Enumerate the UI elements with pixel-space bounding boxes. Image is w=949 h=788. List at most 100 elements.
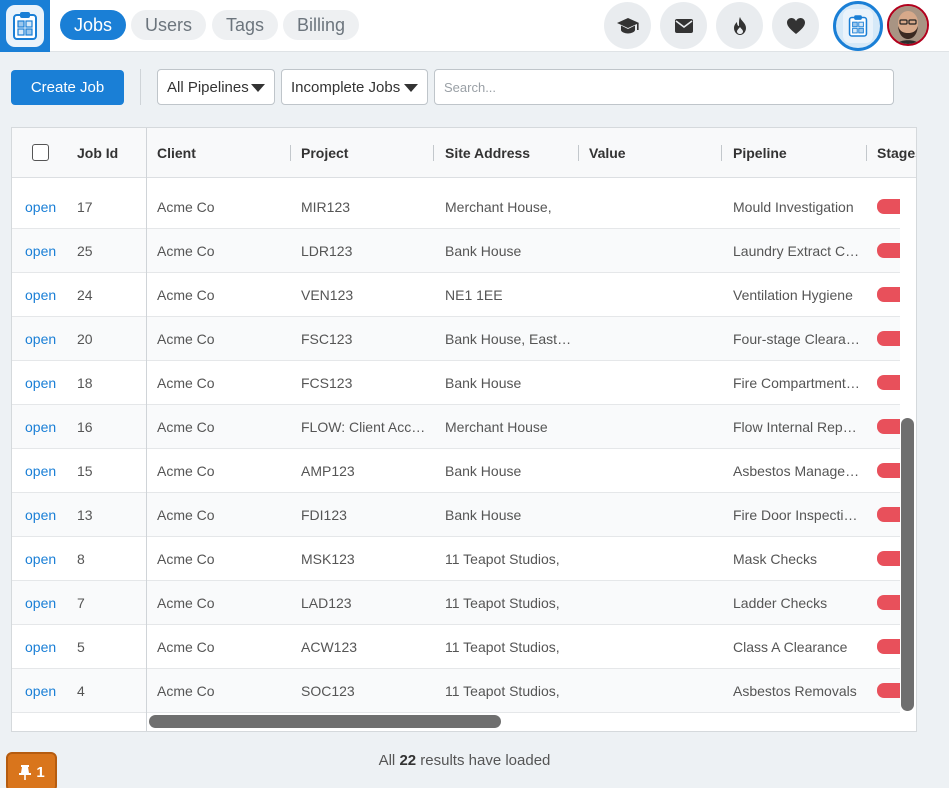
stage-progress-pill[interactable] [877,683,900,698]
results-suffix: results have loaded [420,752,551,769]
pipeline-cell: Laundry Extract Cle… [733,243,861,259]
stage-progress-pill[interactable] [877,507,900,522]
pipeline-cell: Asbestos Manage… [733,463,860,479]
value-cell [589,273,717,317]
stage-progress-pill[interactable] [877,331,900,346]
pipeline-cell: Flow Internal Reports [733,419,861,435]
project-cell: FCS123 [301,375,353,391]
job-id-cell: 4 [77,683,85,699]
open-job-link[interactable]: open [25,273,67,317]
column-header-project[interactable]: Project [301,128,348,178]
heart-icon [786,17,805,34]
project-cell: SOC123 [301,683,355,699]
horizontal-scrollbar[interactable] [149,715,501,728]
site-address-cell: Merchant House [445,419,548,435]
client-cell: Acme Co [157,507,215,523]
favourites-button[interactable] [772,2,819,49]
tab-tags[interactable]: Tags [212,10,279,40]
project-cell: ACW123 [301,639,358,655]
project-cell: FLOW: Client Acco… [301,419,429,435]
search-input[interactable] [434,69,894,105]
messages-button[interactable] [660,2,707,49]
results-prefix: All [378,752,396,769]
open-job-link[interactable]: open [25,625,67,669]
stage-progress-pill[interactable] [877,243,900,258]
value-cell [589,405,717,449]
open-job-link[interactable]: open [25,537,67,581]
column-header-pipeline[interactable]: Pipeline [733,128,787,178]
pipeline-cell: Fire Compartmenta… [733,375,861,391]
stage-progress-pill[interactable] [877,463,900,478]
pinned-items-button[interactable]: 1 [6,752,57,788]
training-button[interactable] [604,2,651,49]
client-cell: Acme Co [157,243,215,259]
job-id-cell: 17 [77,199,93,215]
results-status: All 22 results have loaded [0,752,929,769]
column-separator[interactable] [721,145,722,161]
workspace-switcher[interactable] [833,1,883,51]
job-id-cell: 7 [77,595,85,611]
tab-billing[interactable]: Billing [283,10,360,40]
column-separator[interactable] [866,145,867,161]
client-cell: Acme Co [157,199,215,215]
user-avatar[interactable] [887,4,929,46]
open-job-link[interactable]: open [25,317,67,361]
open-job-link[interactable]: open [25,669,67,713]
open-job-link[interactable]: open [25,449,67,493]
column-separator[interactable] [578,145,579,161]
column-separator[interactable] [290,145,291,161]
column-header-site-address[interactable]: Site Address [445,128,530,178]
toolbar-divider [140,69,141,105]
caret-down-icon [404,84,418,92]
open-job-link[interactable]: open [25,361,67,405]
job-id-cell: 8 [77,551,85,567]
client-cell: Acme Co [157,375,215,391]
client-cell: Acme Co [157,639,215,655]
pipeline-cell: Four-stage Clearan… [733,331,861,347]
select-all-checkbox[interactable] [32,144,49,161]
value-cell [589,493,717,537]
project-cell: MIR123 [301,199,351,215]
pinned-count: 1 [36,763,45,781]
open-job-link[interactable]: open [25,405,67,449]
vertical-scrollbar[interactable] [901,418,914,711]
job-id-cell: 15 [77,463,93,479]
pipeline-select[interactable]: All Pipelines [157,69,275,105]
tab-users[interactable]: Users [131,10,207,40]
column-header-value[interactable]: Value [589,128,626,178]
project-cell: MSK123 [301,551,355,567]
graduation-cap-icon [616,17,639,33]
open-job-link[interactable]: open [25,581,67,625]
pipeline-cell: Mask Checks [733,551,818,567]
column-header-client[interactable]: Client [157,128,196,178]
pinned-column-divider [146,128,147,731]
stage-progress-pill[interactable] [877,199,900,214]
pipeline-select-value: All Pipelines [167,78,249,96]
app-logo[interactable] [0,0,50,52]
value-cell [589,537,717,581]
open-job-link[interactable]: open [25,185,67,229]
site-address-cell: Bank House [445,243,522,259]
stage-progress-pill[interactable] [877,639,900,654]
client-cell: Acme Co [157,683,215,699]
stage-progress-pill[interactable] [877,595,900,610]
tab-jobs[interactable]: Jobs [60,10,127,40]
create-job-button[interactable]: Create Job [11,70,124,105]
activity-button[interactable] [716,2,763,49]
column-header-stages[interactable]: Stages [877,128,916,178]
site-address-cell: NE1 1EE [445,287,503,303]
stage-progress-pill[interactable] [877,287,900,302]
column-header-job-id[interactable]: Job Id [77,128,118,178]
stage-progress-pill[interactable] [877,375,900,390]
status-select[interactable]: Incomplete Jobs [281,69,428,105]
open-job-link[interactable]: open [25,229,67,273]
job-id-cell: 16 [77,419,93,435]
value-cell [589,625,717,669]
stage-progress-pill[interactable] [877,551,900,566]
envelope-icon [674,18,693,33]
top-nav: Jobs Users Tags Billing [0,0,949,52]
stage-progress-pill[interactable] [877,419,900,434]
column-separator[interactable] [433,145,434,161]
value-cell [589,229,717,273]
open-job-link[interactable]: open [25,493,67,537]
